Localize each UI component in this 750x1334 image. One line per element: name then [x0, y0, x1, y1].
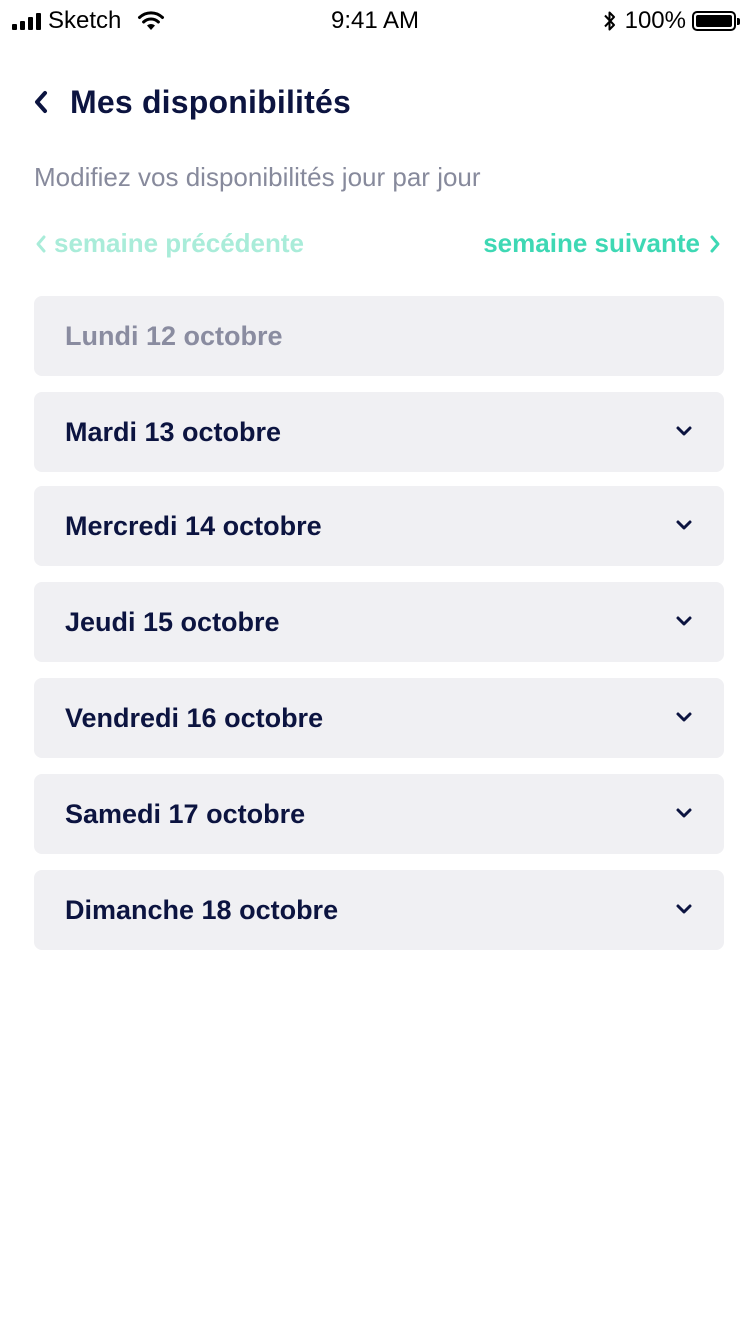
- day-row-saturday[interactable]: Samedi 17 octobre: [34, 774, 724, 854]
- battery-icon: [692, 11, 740, 31]
- bluetooth-icon: [603, 11, 615, 31]
- status-bar: Sketch 9:41 AM 100%: [0, 0, 750, 40]
- next-week-label: semaine suivante: [483, 228, 700, 258]
- status-right: 100%: [603, 6, 740, 36]
- day-label: Jeudi 15 octobre: [65, 606, 280, 637]
- day-row-wednesday[interactable]: Mercredi 14 octobre: [34, 486, 724, 566]
- page-subtitle: Modifiez vos disponibilités jour par jou…: [34, 162, 481, 192]
- chevron-down-icon: [676, 426, 692, 436]
- previous-week-link[interactable]: semaine précédente: [34, 228, 304, 259]
- day-row-monday: Lundi 12 octobre: [34, 296, 724, 376]
- chevron-down-icon: [676, 616, 692, 626]
- header: Mes disponibilités: [32, 80, 351, 124]
- day-label: Samedi 17 octobre: [65, 798, 306, 829]
- chevron-down-icon: [676, 712, 692, 722]
- chevron-down-icon: [676, 808, 692, 818]
- day-label: Vendredi 16 octobre: [65, 702, 324, 733]
- chevron-right-icon: [710, 235, 720, 252]
- page-title: Mes disponibilités: [70, 83, 351, 120]
- chevron-left-icon[interactable]: [32, 87, 54, 117]
- day-label: Dimanche 18 octobre: [65, 894, 339, 925]
- screen: Sketch 9:41 AM 100% Mes disponibilités M…: [0, 0, 750, 1334]
- day-label: Mercredi 14 octobre: [65, 510, 322, 541]
- next-week-link[interactable]: semaine suivante: [483, 228, 722, 259]
- battery-percentage: 100%: [624, 7, 686, 34]
- day-label: Lundi 12 octobre: [65, 320, 283, 351]
- chevron-down-icon: [676, 904, 692, 914]
- day-row-friday[interactable]: Vendredi 16 octobre: [34, 678, 724, 758]
- day-row-thursday[interactable]: Jeudi 15 octobre: [34, 582, 724, 662]
- previous-week-label: semaine précédente: [54, 228, 305, 258]
- chevron-down-icon: [676, 520, 692, 530]
- day-row-sunday[interactable]: Dimanche 18 octobre: [34, 870, 724, 950]
- week-navigation: semaine précédente semaine suivante: [34, 228, 722, 266]
- day-label: Mardi 13 octobre: [65, 416, 282, 447]
- day-row-tuesday[interactable]: Mardi 13 octobre: [34, 392, 724, 472]
- chevron-left-icon: [36, 235, 46, 252]
